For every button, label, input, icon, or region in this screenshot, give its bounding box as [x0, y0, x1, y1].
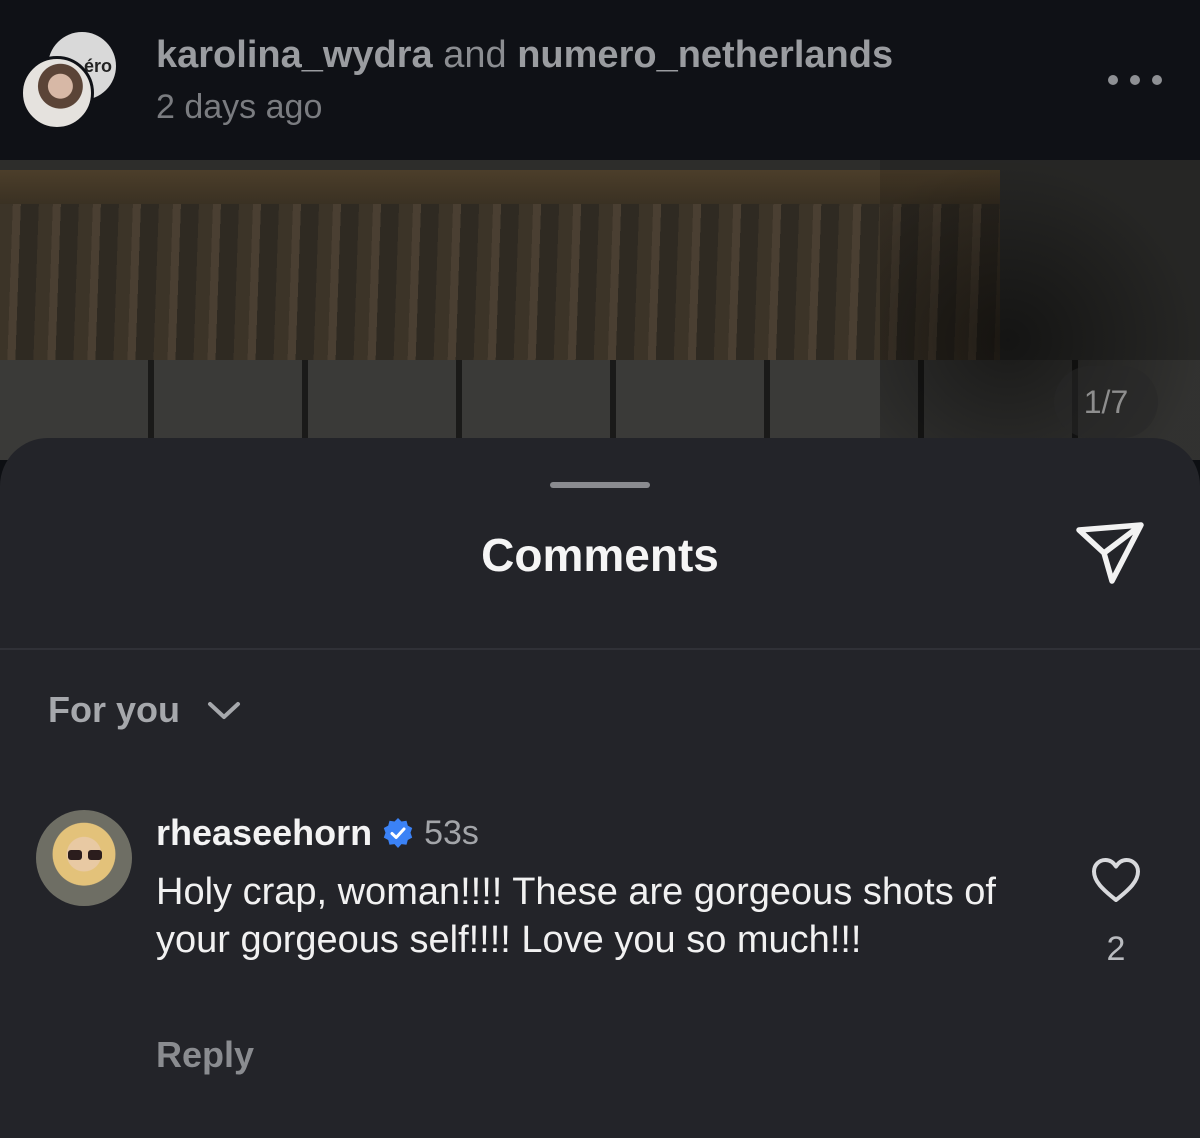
sort-dropdown[interactable]: For you: [48, 686, 242, 734]
comment-body: Holy crap, woman!!!! These are gorgeous …: [156, 871, 996, 961]
username-numero[interactable]: numero_netherlands: [517, 34, 893, 76]
chevron-down-icon: [208, 702, 240, 719]
username-karolina[interactable]: karolina_wydra: [156, 34, 433, 76]
verified-badge-icon: [383, 818, 413, 848]
username-conjunction: and: [443, 34, 507, 76]
reply-button[interactable]: Reply: [156, 1034, 254, 1076]
post-header: éro karolina_wydra and numero_netherland…: [0, 0, 1200, 160]
sheet-grabber[interactable]: [550, 482, 650, 488]
photo-shelf-edge: [0, 170, 1000, 204]
collab-avatars[interactable]: éro: [20, 32, 120, 132]
comment-timestamp: 53s: [424, 813, 479, 852]
more-dot: [1152, 75, 1162, 85]
post-photo[interactable]: 1/7: [0, 160, 1200, 460]
more-dot: [1130, 75, 1140, 85]
send-icon[interactable]: [1074, 520, 1146, 586]
heart-icon[interactable]: [1090, 856, 1142, 904]
comments-title: Comments: [481, 529, 719, 581]
comments-sheet: Comments For you rheaseehorn 53s Holy cr…: [0, 438, 1200, 1138]
sort-label: For you: [48, 689, 180, 730]
carousel-page-counter: 1/7: [1054, 366, 1158, 438]
post-usernames: karolina_wydra and numero_netherlands: [156, 34, 893, 77]
like-count: 2: [1106, 930, 1126, 968]
sheet-divider: [0, 648, 1200, 650]
commenter-avatar[interactable]: [36, 810, 132, 906]
post-timestamp: 2 days ago: [156, 88, 323, 126]
karolina-avatar[interactable]: [20, 56, 94, 130]
more-options-icon[interactable]: [1108, 70, 1162, 90]
comment-header: rheaseehorn 53s: [156, 812, 479, 854]
more-dot: [1108, 75, 1118, 85]
sunglasses-detail: [68, 850, 102, 860]
comment-username[interactable]: rheaseehorn: [156, 812, 372, 854]
